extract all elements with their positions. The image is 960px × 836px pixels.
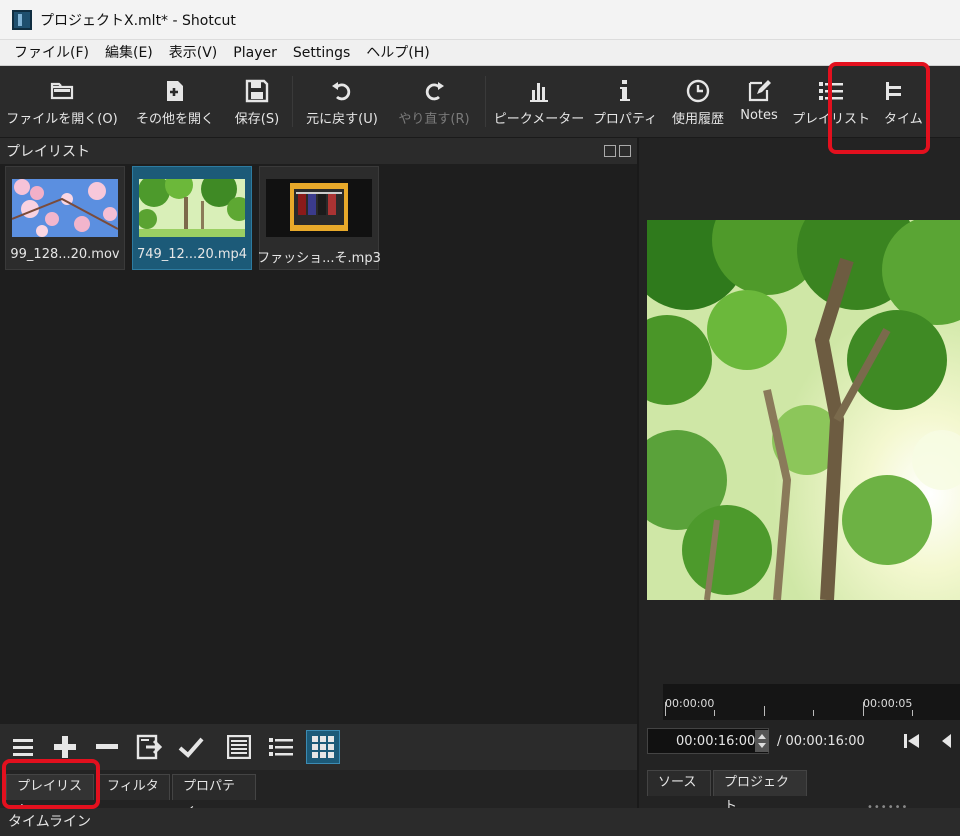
- folder-icon: [50, 78, 74, 104]
- save-icon: [245, 78, 269, 104]
- peak-meter-button[interactable]: ピークメーター: [490, 66, 588, 137]
- ruler-tick: [665, 702, 666, 716]
- ruler-tick: [714, 710, 715, 716]
- tab-filters[interactable]: フィルタ: [96, 774, 170, 800]
- timecode-row: 00:00:16:00 / 00:00:16:00: [647, 726, 960, 756]
- total-time: / 00:00:16:00: [777, 733, 865, 749]
- playlist-grid[interactable]: 99_128...20.mov 749_12...20.mp4 ファッショ...…: [0, 164, 637, 724]
- open-file-button[interactable]: ファイルを開く(O): [0, 66, 124, 137]
- notes-button[interactable]: Notes: [734, 66, 784, 137]
- close-panel-icon[interactable]: [619, 145, 631, 157]
- playlist-toolbar: [0, 724, 637, 770]
- list-view-icon[interactable]: [264, 730, 298, 764]
- undo-icon: [331, 78, 353, 104]
- timeline-dock-title: タイムライン: [0, 808, 960, 836]
- history-label: 使用履歴: [671, 112, 724, 127]
- menu-bar: ファイル(F) 編集(E) 表示(V) Player Settings ヘルプ(…: [0, 40, 960, 66]
- tab-playlist[interactable]: プレイリスト: [6, 774, 94, 818]
- menu-help[interactable]: ヘルプ(H): [358, 40, 437, 66]
- main-toolbar: ファイルを開く(O) その他を開く 保存(S) 元に戻す(U) やり直す(R) …: [0, 66, 960, 138]
- ruler-tick: [863, 702, 864, 716]
- list-icon: [819, 78, 843, 104]
- playlist-panel-title: プレイリスト: [6, 144, 90, 160]
- timeline-ruler[interactable]: 00:00:00 00:00:05: [663, 684, 960, 720]
- spin-down-icon[interactable]: [755, 742, 769, 750]
- save-button[interactable]: 保存(S): [226, 66, 288, 137]
- menu-icon[interactable]: [6, 730, 40, 764]
- thumbnail-forest: [139, 179, 245, 237]
- skip-to-start-icon[interactable]: [903, 733, 921, 749]
- notes-label: Notes: [740, 108, 778, 123]
- info-icon: [619, 78, 631, 104]
- new-file-icon: [164, 78, 186, 104]
- redo-label: やり直す(R): [398, 112, 470, 127]
- float-panel-icon[interactable]: [604, 145, 616, 157]
- player-panel: 00:00:00 00:00:05 00:00:16:00 / 00:00:16…: [637, 138, 960, 814]
- checkmark-icon[interactable]: [174, 730, 208, 764]
- tab-project[interactable]: プロジェクト: [713, 770, 807, 814]
- app-icon: [12, 9, 32, 30]
- undo-label: 元に戻す(U): [306, 112, 378, 127]
- redo-button[interactable]: やり直す(R): [387, 66, 481, 137]
- playlist-item-label: ファッショ...そ.mp3: [257, 251, 381, 266]
- playlist-item-label: 749_12...20.mp4: [136, 247, 248, 262]
- menu-player[interactable]: Player: [225, 40, 285, 66]
- playlist-item-2[interactable]: 749_12...20.mp4: [132, 166, 252, 270]
- toolbar-separator: [292, 76, 293, 127]
- properties-label: プロパティ: [592, 112, 658, 127]
- playlist-item-3[interactable]: ファッショ...そ.mp3: [257, 166, 381, 270]
- peak-meter-label: ピークメーター: [493, 112, 585, 127]
- thumbnail-cherry-blossom: [12, 179, 118, 237]
- open-file-label: ファイルを開く(O): [6, 112, 118, 127]
- ruler-tick: [912, 710, 913, 716]
- timeline-icon: [884, 78, 904, 104]
- current-time-value: 00:00:16:00: [676, 733, 756, 749]
- playlist-panel-header: プレイリスト: [0, 138, 637, 164]
- menu-view[interactable]: 表示(V): [161, 40, 226, 66]
- menu-edit[interactable]: 編集(E): [97, 40, 161, 66]
- video-preview[interactable]: [647, 220, 960, 600]
- properties-button[interactable]: プロパティ: [588, 66, 662, 137]
- thumbnail-fashion-audio: [266, 179, 372, 237]
- current-time-field[interactable]: 00:00:16:00: [647, 728, 770, 754]
- ruler-tick: [813, 710, 814, 716]
- ruler-label-start: 00:00:00: [665, 697, 715, 710]
- player-tabs: ソース プロジェクト: [647, 770, 807, 814]
- left-dock-tabs: プレイリスト フィルタ プロパティ: [0, 770, 637, 818]
- clock-icon: [686, 78, 710, 104]
- meter-icon: [529, 78, 549, 104]
- menu-settings[interactable]: Settings: [285, 40, 358, 66]
- save-label: 保存(S): [234, 112, 280, 127]
- ruler-tick: [764, 706, 765, 716]
- redo-icon: [423, 78, 445, 104]
- open-other-button[interactable]: その他を開く: [124, 66, 226, 137]
- timeline-label: タイム: [884, 112, 923, 127]
- spin-up-icon[interactable]: [755, 732, 769, 740]
- playlist-item-1[interactable]: 99_128...20.mov: [5, 166, 125, 270]
- menu-file[interactable]: ファイル(F): [6, 40, 97, 66]
- window-title: プロジェクトX.mlt* - Shotcut: [40, 12, 236, 29]
- time-spinner[interactable]: [755, 730, 770, 752]
- rewind-icon[interactable]: [941, 733, 951, 749]
- title-bar: プロジェクトX.mlt* - Shotcut: [0, 0, 960, 40]
- tab-properties[interactable]: プロパティ: [172, 774, 256, 818]
- playlist-item-label: 99_128...20.mov: [10, 247, 120, 262]
- toolbar-separator: [485, 76, 486, 127]
- update-icon[interactable]: [132, 730, 166, 764]
- tab-source[interactable]: ソース: [647, 770, 711, 796]
- playlist-toolbar-button[interactable]: プレイリスト: [784, 66, 878, 137]
- add-icon[interactable]: [48, 730, 82, 764]
- open-other-label: その他を開く: [135, 112, 214, 127]
- playlist-panel: プレイリスト 99_128...20.mov 749_12...20.mp4 フ…: [0, 138, 637, 724]
- icon-view-icon[interactable]: [306, 730, 340, 764]
- notes-icon: [747, 78, 771, 104]
- undo-button[interactable]: 元に戻す(U): [297, 66, 387, 137]
- timeline-button[interactable]: タイム: [878, 66, 923, 137]
- remove-icon[interactable]: [90, 730, 124, 764]
- detail-view-icon[interactable]: [222, 730, 256, 764]
- history-button[interactable]: 使用履歴: [662, 66, 734, 137]
- ruler-label-5s: 00:00:05: [863, 697, 913, 710]
- playlist-toolbar-label: プレイリスト: [791, 112, 870, 127]
